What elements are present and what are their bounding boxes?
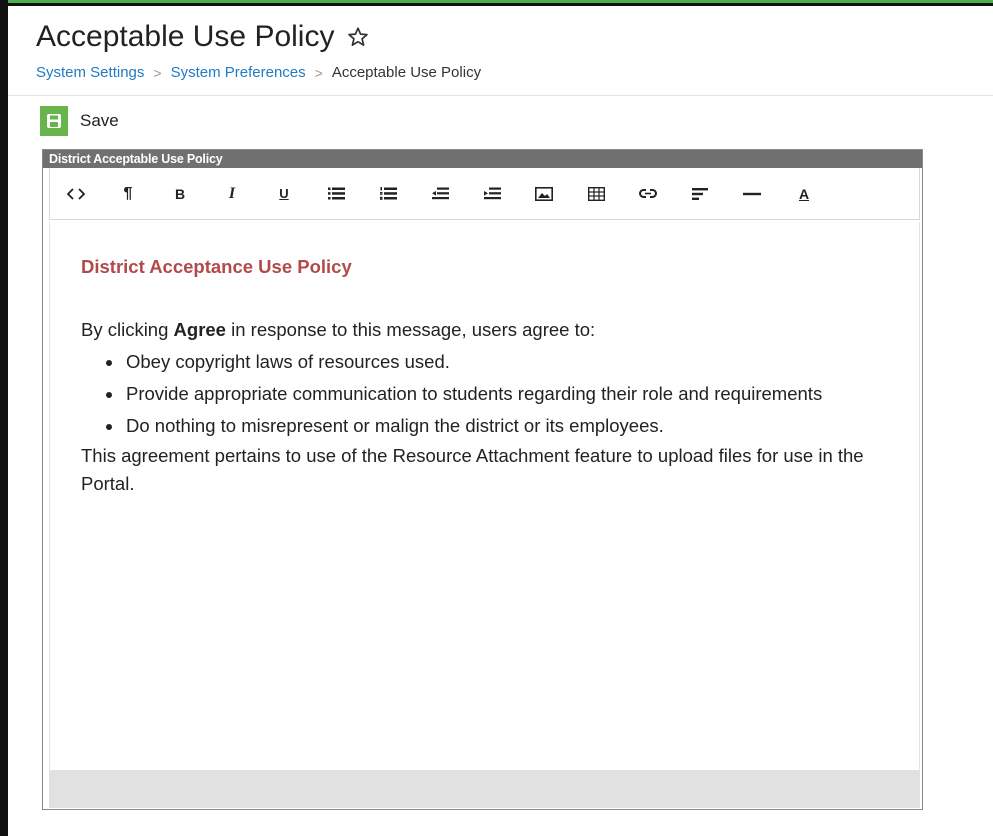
breadcrumb-separator-icon: >	[153, 64, 162, 81]
editor-header: District Acceptable Use Policy	[43, 150, 922, 168]
policy-intro: By clicking Agree in response to this me…	[81, 316, 887, 344]
list-item: Provide appropriate communication to stu…	[91, 380, 887, 408]
page-title: Acceptable Use Policy	[36, 20, 335, 53]
bullet-list-icon	[327, 187, 345, 200]
horizontal-rule-icon	[743, 192, 761, 195]
window-accent-bar	[8, 0, 993, 3]
outdent-button[interactable]	[414, 172, 466, 216]
breadcrumb: System Settings > System Preferences > A…	[36, 64, 481, 81]
image-icon	[535, 186, 553, 201]
align-button[interactable]	[674, 172, 726, 216]
italic-button[interactable]: I	[206, 172, 258, 216]
breadcrumb-system-settings[interactable]: System Settings	[36, 64, 144, 81]
page-title-row: Acceptable Use Policy	[36, 20, 370, 54]
save-label: Save	[80, 111, 119, 130]
policy-closing: This agreement pertains to use of the Re…	[81, 445, 864, 494]
insert-link-button[interactable]	[622, 172, 674, 216]
numbered-list-button[interactable]	[362, 172, 414, 216]
font-color-icon: A	[798, 185, 810, 202]
save-icon	[40, 106, 68, 136]
editor-footer	[49, 770, 920, 808]
font-color-button[interactable]: A	[778, 172, 830, 216]
header-divider	[8, 95, 993, 96]
indent-button[interactable]	[466, 172, 518, 216]
rich-text-editor: District Acceptable Use Policy ¶ B I U A…	[42, 149, 923, 810]
indent-icon	[483, 187, 501, 200]
code-view-button[interactable]	[50, 172, 102, 216]
code-icon	[67, 187, 85, 200]
bullet-list-button[interactable]	[310, 172, 362, 216]
outdent-icon	[431, 187, 449, 200]
policy-heading: District Acceptance Use Policy	[81, 256, 352, 277]
horizontal-rule-button[interactable]	[726, 172, 778, 216]
link-icon	[639, 189, 657, 198]
bold-button[interactable]: B	[154, 172, 206, 216]
underline-icon: U	[279, 186, 289, 201]
window-frame-left	[0, 0, 8, 836]
list-item: Do nothing to misrepresent or malign the…	[91, 412, 887, 440]
numbered-list-icon	[379, 187, 397, 200]
underline-button[interactable]: U	[258, 172, 310, 216]
paragraph-button[interactable]: ¶	[102, 172, 154, 216]
intro-text: By clicking	[81, 319, 174, 340]
italic-icon: I	[228, 184, 236, 202]
insert-table-button[interactable]	[570, 172, 622, 216]
breadcrumb-system-preferences[interactable]: System Preferences	[171, 64, 306, 81]
save-button[interactable]: Save	[40, 106, 119, 136]
intro-text-end: in response to this message, users agree…	[225, 319, 596, 340]
intro-bold-text: Agree	[173, 319, 226, 340]
breadcrumb-current: Acceptable Use Policy	[331, 64, 482, 81]
list-item: Obey copyright laws of resources used.	[91, 348, 887, 376]
policy-bullet-list: Obey copyright laws of resources used. P…	[91, 348, 887, 440]
editor-toolbar: ¶ B I U A	[49, 168, 920, 220]
paragraph-icon: ¶	[123, 184, 133, 202]
breadcrumb-separator-icon: >	[314, 64, 323, 81]
bold-icon: B	[174, 185, 186, 202]
align-left-icon	[692, 187, 708, 200]
editor-content[interactable]: District Acceptance Use Policy By clicki…	[49, 222, 920, 770]
star-icon[interactable]	[346, 25, 370, 49]
table-icon	[587, 186, 605, 201]
insert-image-button[interactable]	[518, 172, 570, 216]
